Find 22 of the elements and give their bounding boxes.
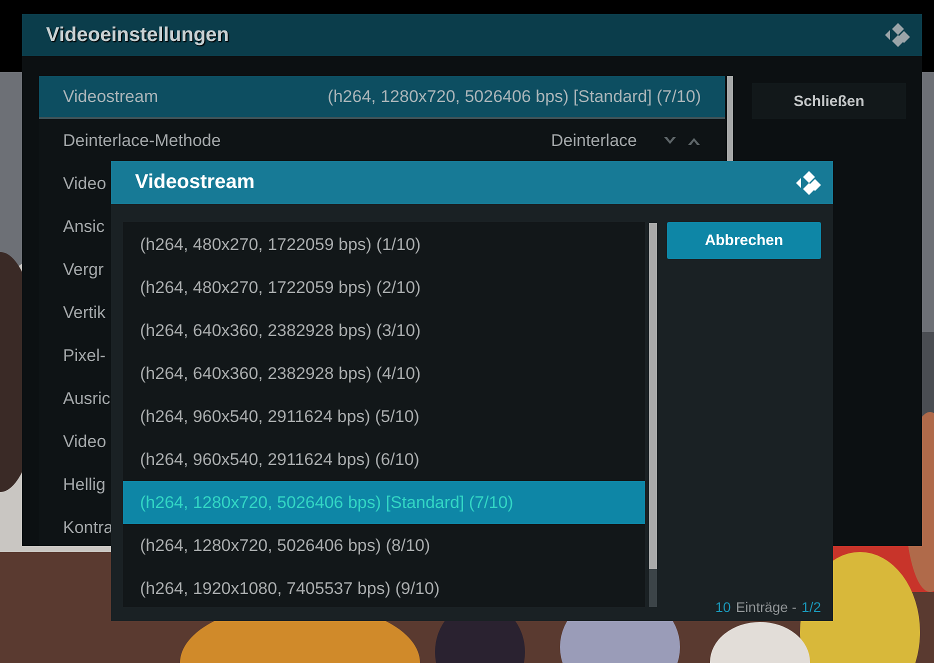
stream-option[interactable]: (h264, 640x360, 2382928 bps) (4/10): [123, 352, 645, 395]
stream-option[interactable]: (h264, 960x540, 2911624 bps) (5/10): [123, 395, 645, 438]
setting-row[interactable]: Deinterlace-Methode Deinterlace: [39, 119, 725, 162]
dialog-title: Videostream: [135, 171, 255, 194]
items-label: Einträge -: [736, 599, 797, 615]
setting-row[interactable]: Videostream (h264, 1280x720, 5026406 bps) [Standard] (7/10): [39, 76, 725, 119]
setting-value: (h264, 1280x720, 5026406 bps) [Standard] (7/10): [328, 86, 701, 106]
dialog-title: Videoeinstellungen: [46, 24, 229, 46]
stream-option[interactable]: (h264, 1920x1080, 7405537 bps) (9/10): [123, 567, 645, 610]
stream-option[interactable]: (h264, 640x360, 2382928 bps) (3/10): [123, 309, 645, 352]
spinner-arrows-icon[interactable]: [663, 134, 701, 146]
stream-option[interactable]: (h264, 480x270, 1722059 bps) (1/10): [123, 223, 645, 266]
page-indicator: 1/2: [802, 599, 821, 615]
cancel-button[interactable]: Abbrechen: [667, 222, 821, 259]
setting-label: Deinterlace-Methode: [63, 130, 221, 150]
stream-option[interactable]: (h264, 480x270, 1722059 bps) (2/10): [123, 266, 645, 309]
item-count: 10: [715, 599, 731, 615]
close-button[interactable]: Schließen: [752, 83, 906, 119]
setting-value: Deinterlace: [551, 130, 637, 150]
stream-option[interactable]: (h264, 1280x720, 5026406 bps) (8/10): [123, 524, 645, 567]
setting-label: Videostream: [63, 86, 158, 106]
stream-option[interactable]: (h264, 960x540, 2911624 bps) (6/10): [123, 438, 645, 481]
